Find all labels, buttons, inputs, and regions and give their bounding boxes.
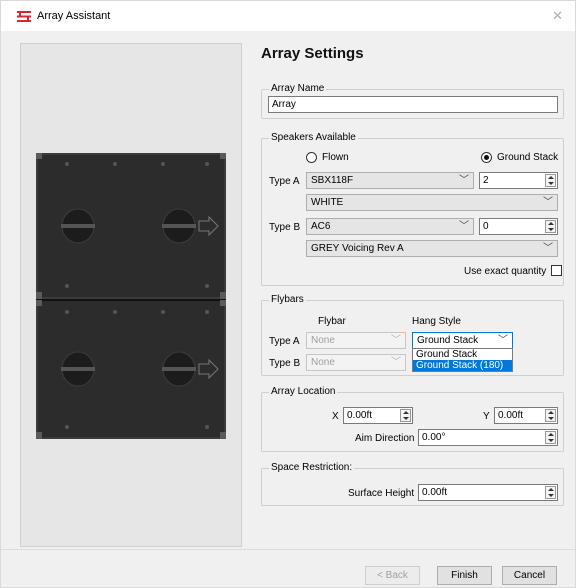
speaker-type-b-voicing-select[interactable]: GREY Voicing Rev A ﹀	[306, 240, 558, 257]
ground-stack-label: Ground Stack	[497, 152, 559, 163]
back-button[interactable]: < Back	[365, 566, 420, 585]
hang-style-column-header: Hang Style	[412, 316, 461, 327]
spinner-icon[interactable]	[545, 409, 556, 422]
title-bar[interactable]: Array Assistant ✕	[1, 1, 575, 31]
flybar-type-b-value: None	[311, 357, 335, 368]
chevron-down-icon: ﹀	[543, 243, 553, 254]
flybar-type-b-label: Type B	[269, 358, 301, 369]
exact-quantity-checkbox[interactable]	[551, 265, 562, 276]
hang-style-option-selected[interactable]: Ground Stack (180)	[413, 360, 512, 371]
flybar-type-a-label: Type A	[269, 336, 300, 347]
page-title: Array Settings	[261, 45, 364, 62]
aim-direction-input[interactable]: 0.00°	[418, 429, 558, 446]
close-icon[interactable]: ✕	[552, 8, 563, 24]
speaker-type-b-quantity[interactable]: 0	[479, 218, 558, 235]
flown-label: Flown	[322, 152, 349, 163]
speakers-available-group-label: Speakers Available	[269, 132, 358, 144]
chevron-down-icon: ﹀	[498, 335, 508, 346]
surface-height-input[interactable]: 0.00ft	[418, 484, 558, 501]
space-restriction-group-label: Space Restriction:	[269, 462, 355, 474]
speaker-cabinet-bottom	[36, 299, 226, 439]
array-assistant-window: Array Assistant ✕ Array Settings Array N…	[0, 0, 576, 588]
spinner-icon[interactable]	[545, 220, 556, 233]
speaker-type-b-voicing-value: GREY Voicing Rev A	[311, 243, 404, 254]
finish-button[interactable]: Finish	[437, 566, 492, 585]
chevron-down-icon: ﹀	[391, 357, 401, 368]
spinner-icon[interactable]	[545, 174, 556, 187]
spinner-icon[interactable]	[545, 431, 556, 444]
x-label: X	[332, 411, 339, 422]
speaker-type-a-select[interactable]: SBX118F ﹀	[306, 172, 474, 189]
aim-direction-value: 0.00°	[422, 432, 446, 443]
hang-style-dropdown[interactable]: Ground Stack Ground Stack (180)	[412, 348, 513, 372]
flybar-type-a-select[interactable]: None ﹀	[306, 332, 406, 349]
array-name-group-label: Array Name	[269, 83, 327, 95]
speaker-type-b-select[interactable]: AC6 ﹀	[306, 218, 474, 235]
x-position-value: 0.00ft	[347, 410, 373, 421]
flybar-type-a-value: None	[311, 335, 335, 346]
spinner-icon[interactable]	[545, 486, 556, 499]
chevron-down-icon: ﹀	[459, 175, 469, 186]
array-name-input[interactable]: Array	[268, 96, 558, 113]
array-location-group-label: Array Location	[269, 386, 338, 398]
flybars-group-label: Flybars	[269, 294, 306, 306]
y-position-input[interactable]: 0.00ft	[494, 407, 558, 424]
exact-quantity-label: Use exact quantity	[464, 266, 547, 277]
flybar-column-header: Flybar	[318, 316, 346, 327]
y-label: Y	[483, 411, 490, 422]
speaker-type-a-color-value: WHITE	[311, 197, 344, 208]
array-preview	[20, 43, 242, 547]
spinner-icon[interactable]	[400, 409, 411, 422]
y-position-value: 0.00ft	[498, 410, 524, 421]
speaker-type-a-value: SBX118F	[311, 175, 354, 186]
speaker-cabinet-top	[36, 153, 226, 299]
flown-radio[interactable]	[306, 152, 317, 163]
hang-style-option[interactable]: Ground Stack	[413, 349, 512, 360]
cancel-button[interactable]: Cancel	[502, 566, 557, 585]
hang-style-type-a-select[interactable]: Ground Stack ﹀	[412, 332, 513, 349]
chevron-down-icon: ﹀	[391, 335, 401, 346]
hang-style-type-a-value: Ground Stack	[417, 335, 479, 346]
x-position-input[interactable]: 0.00ft	[343, 407, 413, 424]
flybar-type-b-select[interactable]: None ﹀	[306, 354, 406, 371]
speaker-array-illustration	[36, 153, 226, 439]
speaker-type-b-label: Type B	[269, 222, 301, 233]
speaker-type-a-quantity-value: 2	[483, 175, 489, 186]
chevron-down-icon: ﹀	[459, 221, 469, 232]
speaker-type-b-quantity-value: 0	[483, 221, 489, 232]
chevron-down-icon: ﹀	[543, 197, 553, 208]
speaker-type-b-value: AC6	[311, 221, 331, 232]
speaker-type-a-quantity[interactable]: 2	[479, 172, 558, 189]
surface-height-value: 0.00ft	[422, 487, 448, 498]
speaker-type-a-label: Type A	[269, 176, 300, 187]
array-logo-icon	[17, 11, 31, 22]
dialog-footer: < Back Finish Cancel	[1, 549, 575, 587]
ground-stack-radio[interactable]	[481, 152, 492, 163]
speaker-type-a-color-select[interactable]: WHITE ﹀	[306, 194, 558, 211]
window-title: Array Assistant	[37, 10, 111, 22]
surface-height-label: Surface Height	[348, 488, 415, 499]
aim-direction-label: Aim Direction	[355, 433, 415, 444]
